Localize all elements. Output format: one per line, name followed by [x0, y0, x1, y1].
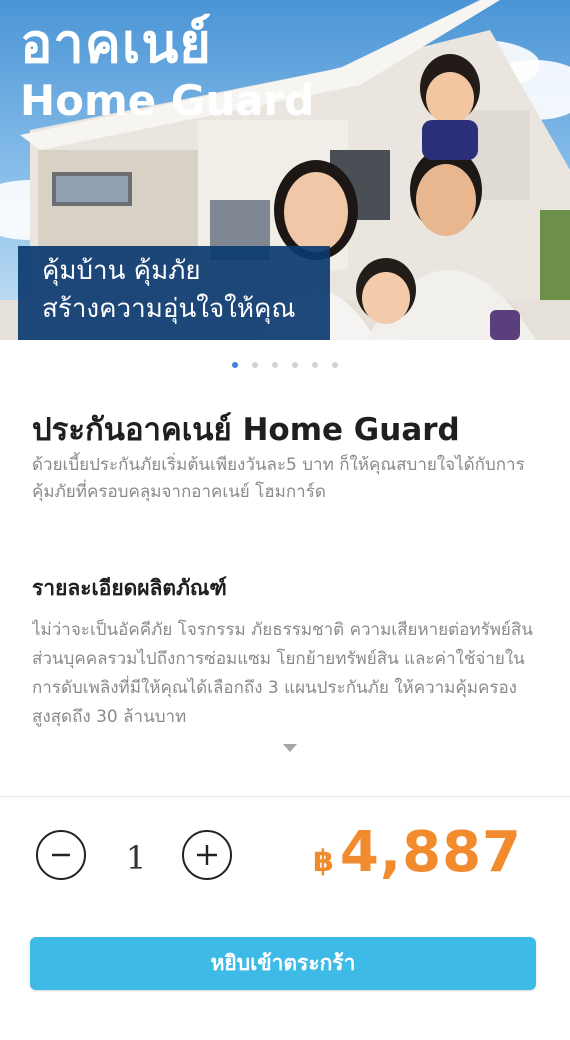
- details-heading: รายละเอียดผลิตภัณฑ์: [32, 576, 227, 600]
- carousel-indicator: [0, 362, 570, 372]
- slogan-line-1: คุ้มบ้าน คุ้มภัย: [42, 256, 201, 286]
- banner-title-thai: อาคเนย์: [20, 12, 212, 75]
- quantity-value: 1: [125, 839, 147, 877]
- price-display: ฿ 4,887: [313, 820, 522, 885]
- slogan-line-2: สร้างความอุ่นใจให้คุณ: [42, 294, 296, 324]
- increase-quantity-button[interactable]: [182, 830, 232, 880]
- divider: [0, 796, 570, 797]
- plus-icon: [197, 845, 217, 865]
- currency-symbol: ฿: [312, 844, 334, 879]
- product-title: ประกันอาคเนย์ Home Guard: [32, 412, 460, 448]
- product-description: ด้วยเบี้ยประกันภัยเริ่มต้นเพียงวันละ5 บา…: [32, 455, 525, 502]
- carousel-dot-1[interactable]: [232, 362, 238, 368]
- details-container: ไม่ว่าจะเป็นอัคคีภัย โจรกรรม ภัยธรรมชาติ…: [32, 616, 538, 728]
- carousel-dot-6[interactable]: [332, 362, 338, 368]
- hero-banner[interactable]: อาคเนย์ Home Guard คุ้มบ้าน คุ้มภัย สร้า…: [0, 0, 570, 340]
- banner-title-english: Home Guard: [20, 76, 315, 125]
- carousel-dot-5[interactable]: [312, 362, 318, 368]
- details-text: ไม่ว่าจะเป็นอัคคีภัย โจรกรรม ภัยธรรมชาติ…: [32, 620, 533, 727]
- carousel-dot-2[interactable]: [252, 362, 258, 368]
- add-to-cart-button[interactable]: หยิบเข้าตระกร้า: [30, 937, 536, 990]
- carousel-dot-3[interactable]: [272, 362, 278, 368]
- carousel-dot-4[interactable]: [292, 362, 298, 368]
- price-amount: 4,887: [339, 820, 522, 885]
- minus-icon: [52, 853, 70, 857]
- chevron-down-icon[interactable]: [283, 744, 297, 752]
- decrease-quantity-button[interactable]: [36, 830, 86, 880]
- slogan-box: คุ้มบ้าน คุ้มภัย สร้างความอุ่นใจให้คุณ: [18, 246, 330, 340]
